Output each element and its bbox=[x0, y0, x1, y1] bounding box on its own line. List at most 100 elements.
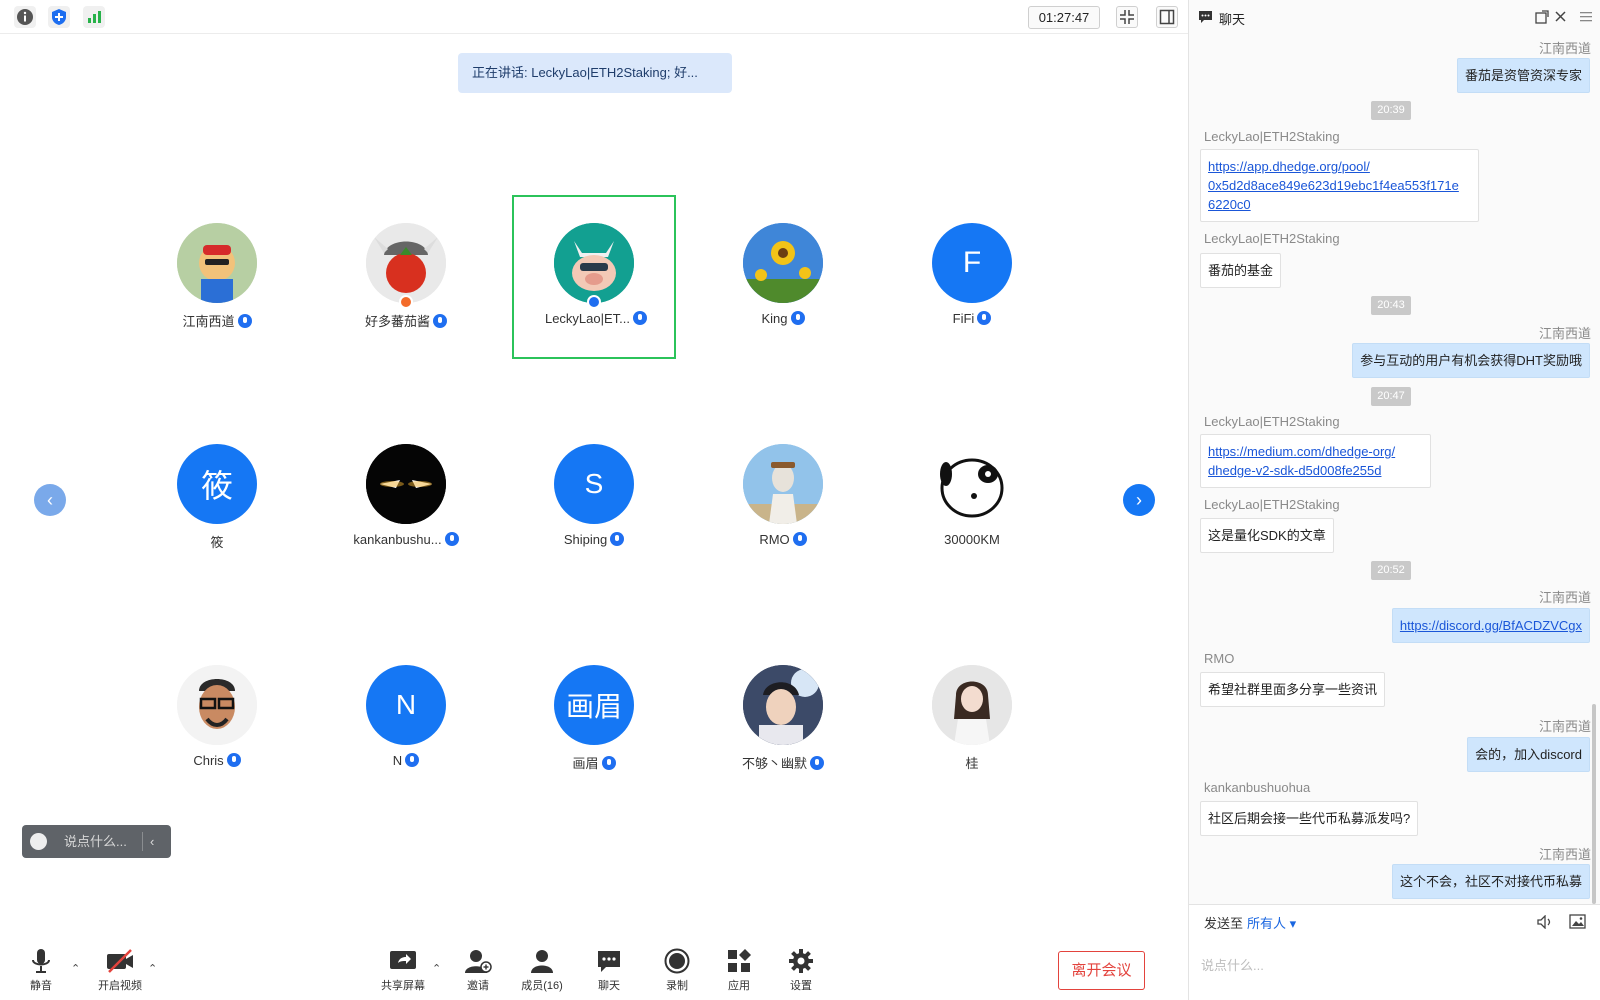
chat-compose: 发送至 所有人 ▾ bbox=[1189, 904, 1600, 1000]
avatar bbox=[366, 223, 446, 303]
share-options-caret-icon[interactable]: ⌃ bbox=[432, 962, 441, 975]
message-bubble-sent: 这个不会，社区不对接代币私募 bbox=[1391, 864, 1590, 899]
participant-tile[interactable]: 桂 bbox=[890, 637, 1054, 801]
pop-out-icon bbox=[1535, 10, 1549, 24]
toggle-sidebar-icon[interactable] bbox=[1156, 6, 1178, 28]
participant-tile[interactable]: 江南西道 bbox=[135, 195, 299, 359]
comment-placeholder: 说点什么... bbox=[64, 834, 127, 849]
info-icon[interactable] bbox=[14, 6, 36, 28]
divider bbox=[142, 832, 143, 851]
top-toolbar: 01:27:47 bbox=[0, 0, 1188, 34]
participant-tile[interactable]: King bbox=[701, 195, 865, 359]
add-user-icon bbox=[465, 950, 492, 973]
avatar bbox=[177, 223, 257, 303]
message-link[interactable]: https://discord.gg/BfACDZVCgx bbox=[1400, 618, 1582, 633]
share-screen-icon bbox=[390, 951, 416, 969]
exit-fullscreen-icon[interactable] bbox=[1116, 6, 1138, 28]
meeting-timer: 01:27:47 bbox=[1028, 6, 1100, 29]
mic-icon bbox=[792, 532, 807, 546]
chat-scrollbar[interactable] bbox=[1592, 704, 1596, 904]
chat-button[interactable]: 聊天 bbox=[579, 948, 639, 993]
chat-panel: 聊天 江南西道 番茄是资管资深专家 20:39 LeckyLao|ETH2Sta… bbox=[1188, 0, 1600, 1000]
video-options-caret-icon[interactable]: ⌃ bbox=[148, 962, 157, 975]
participant-tile[interactable]: Chris bbox=[135, 637, 299, 801]
chevron-left-icon[interactable]: ‹ bbox=[150, 825, 154, 858]
mute-options-caret-icon[interactable]: ⌃ bbox=[71, 962, 80, 975]
next-page-button[interactable]: › bbox=[1123, 484, 1155, 516]
participant-tile[interactable]: 不够丶幽默 bbox=[701, 637, 865, 801]
participant-tile[interactable]: N N bbox=[324, 637, 488, 801]
message-sender: LeckyLao|ETH2Staking bbox=[1204, 129, 1340, 144]
start-video-button[interactable]: 开启视频 bbox=[90, 948, 150, 993]
image-icon bbox=[1569, 914, 1586, 929]
message-timestamp: 20:52 bbox=[1371, 561, 1411, 580]
avatar bbox=[366, 444, 446, 524]
record-button[interactable]: 录制 bbox=[647, 948, 707, 993]
participant-tile[interactable]: 好多蕃茄酱 bbox=[324, 195, 488, 359]
video-grid-area: 01:27:47 正在讲话: LeckyLao|ETH2Staking; 好..… bbox=[0, 0, 1188, 1000]
active-speaker-banner: 正在讲话: LeckyLao|ETH2Staking; 好... bbox=[458, 53, 732, 93]
chat-messages: 江南西道 番茄是资管资深专家 20:39 LeckyLao|ETH2Stakin… bbox=[1189, 34, 1600, 904]
message-bubble-sent: 番茄是资管资深专家 bbox=[1456, 58, 1590, 93]
meeting-app: 01:27:47 正在讲话: LeckyLao|ETH2Staking; 好..… bbox=[0, 0, 1600, 1000]
close-icon bbox=[1555, 11, 1566, 22]
message-link[interactable]: https://medium.com/dhedge-org/dhedge-v2-… bbox=[1208, 444, 1395, 478]
participant-tile[interactable]: S Shiping bbox=[512, 416, 676, 580]
participant-name: 江南西道 bbox=[135, 311, 299, 330]
invite-button[interactable]: 邀请 bbox=[448, 948, 508, 993]
share-screen-button[interactable]: 共享屏幕 bbox=[373, 948, 433, 993]
mute-button[interactable]: 静音 bbox=[11, 948, 71, 993]
security-shield-icon[interactable] bbox=[48, 6, 70, 28]
participant-tile-active[interactable]: LeckyLao|ET... bbox=[512, 195, 676, 359]
message-sender: LeckyLao|ETH2Staking bbox=[1204, 414, 1340, 429]
chat-header: 聊天 bbox=[1189, 0, 1600, 34]
emoji-icon[interactable] bbox=[30, 833, 47, 850]
participant-name: 不够丶幽默 bbox=[701, 753, 865, 772]
chat-title: 聊天 bbox=[1219, 12, 1246, 27]
mic-icon bbox=[810, 756, 824, 770]
settings-button[interactable]: 设置 bbox=[771, 948, 831, 993]
chat-message-input[interactable] bbox=[1201, 937, 1589, 993]
message-bubble-sent: 会的，加入discord bbox=[1467, 737, 1590, 772]
prev-page-button[interactable]: ‹ bbox=[34, 484, 66, 516]
apps-button[interactable]: 应用 bbox=[709, 948, 769, 993]
record-icon bbox=[664, 948, 690, 974]
participant-tile[interactable]: kankanbushu... bbox=[324, 416, 488, 580]
avatar bbox=[743, 223, 823, 303]
participant-tile[interactable]: 筱 筱 bbox=[135, 416, 299, 580]
message-bubble-received: 番茄的基金 bbox=[1200, 253, 1282, 288]
leave-meeting-button[interactable]: 离开会议 bbox=[1058, 951, 1145, 990]
participant-tile[interactable]: RMO bbox=[701, 416, 865, 580]
avatar bbox=[554, 223, 634, 303]
participant-tile[interactable]: 30000KM bbox=[890, 416, 1054, 580]
participant-tile[interactable]: F FiFi bbox=[890, 195, 1054, 359]
message-timestamp: 20:43 bbox=[1371, 296, 1411, 315]
menu-icon bbox=[1580, 12, 1592, 22]
message-bubble-received: 社区后期会接一些代币私募派发吗? bbox=[1200, 801, 1419, 836]
participant-tile[interactable]: 画眉 画眉 bbox=[512, 637, 676, 801]
message-sender: RMO bbox=[1204, 651, 1235, 666]
video-off-icon bbox=[107, 949, 133, 973]
members-button[interactable]: 成员(16) bbox=[512, 948, 572, 993]
members-icon bbox=[531, 950, 553, 973]
reaction-comment-box[interactable]: 说点什么... ‹ bbox=[22, 825, 171, 858]
recipient-select[interactable]: 所有人 ▾ bbox=[1247, 916, 1296, 931]
message-sender: kankanbushuohua bbox=[1204, 780, 1311, 795]
message-link[interactable]: https://app.dhedge.org/pool/0x5d2d8ace84… bbox=[1208, 159, 1459, 212]
mic-icon bbox=[405, 753, 420, 767]
network-signal-icon[interactable] bbox=[83, 6, 105, 28]
mic-icon bbox=[977, 311, 992, 325]
message-sender: LeckyLao|ETH2Staking bbox=[1204, 231, 1340, 246]
mic-icon bbox=[633, 311, 648, 325]
avatar bbox=[177, 665, 257, 745]
participant-name: LeckyLao|ET... bbox=[514, 311, 678, 326]
host-badge-icon bbox=[399, 295, 413, 309]
message-timestamp: 20:47 bbox=[1371, 387, 1411, 406]
apps-grid-icon bbox=[728, 949, 751, 972]
participant-name: N bbox=[324, 753, 488, 768]
gear-icon bbox=[789, 949, 813, 973]
chat-bubble-icon bbox=[598, 951, 620, 972]
participant-name: 筱 bbox=[210, 535, 224, 550]
participant-name: 画眉 bbox=[512, 753, 676, 772]
avatar: S bbox=[554, 444, 634, 524]
